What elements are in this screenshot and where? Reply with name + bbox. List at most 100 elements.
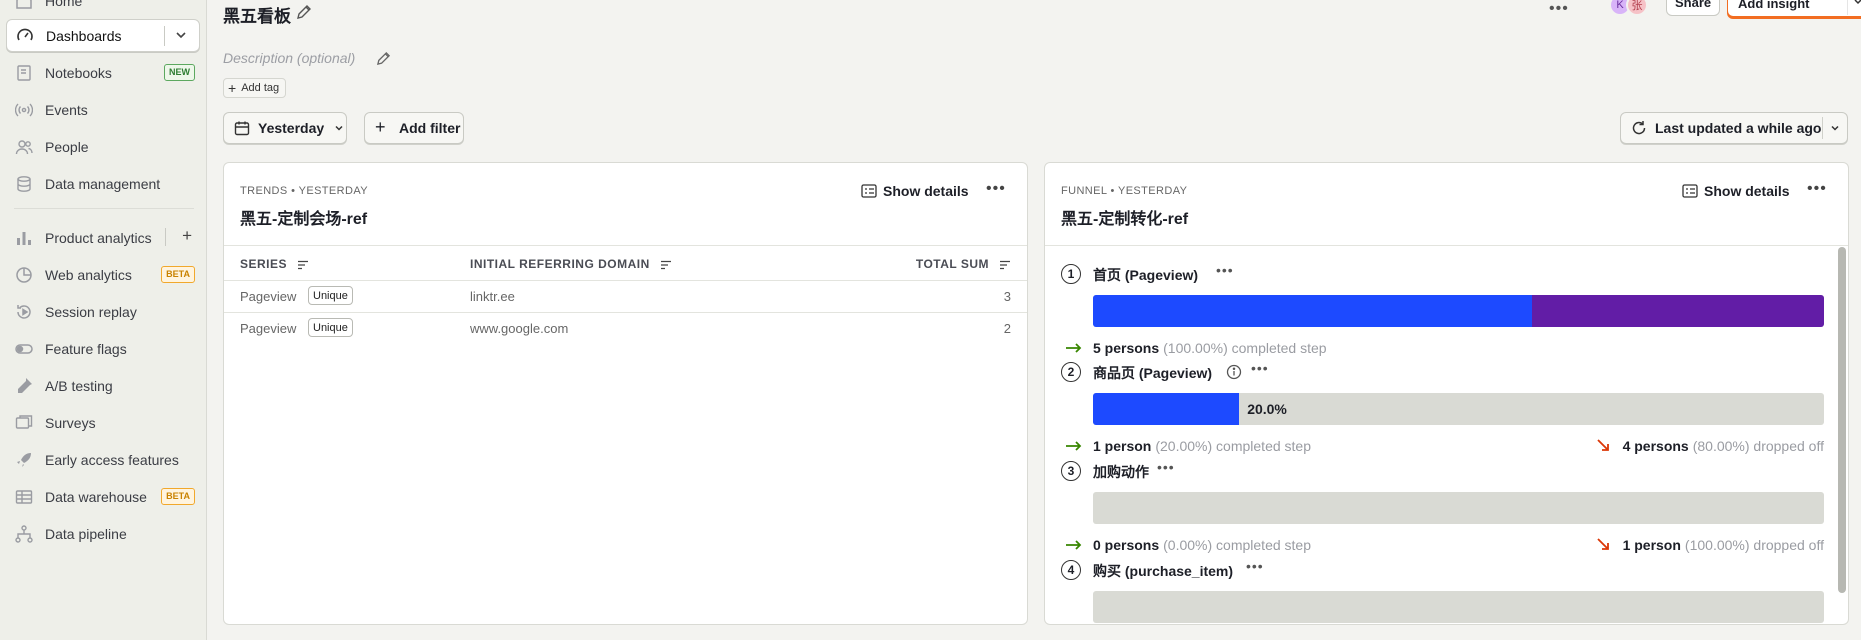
completed-stat: 0 persons (0.00%) completed step [1065,537,1311,553]
scrollbar[interactable] [1838,247,1846,593]
step-name[interactable]: 商品页 (Pageview) [1093,363,1212,383]
add-filter-button[interactable]: + Add filter [364,112,464,144]
completed-stat: 1 person (20.00%) completed step [1065,438,1311,454]
plus-icon: + [228,80,237,96]
sidebar-item-notebooks[interactable]: Notebooks NEW [6,56,200,89]
sidebar-item-label: A/B testing [45,377,113,394]
step-more-icon[interactable]: ••• [1246,558,1264,574]
bar-chart-icon [15,229,33,247]
add-insight-label: Add insight [1738,0,1810,11]
arrow-right-icon [1065,341,1083,355]
sidebar-item-label: Notebooks [45,64,112,81]
column-header-series[interactable]: SERIES [240,257,309,271]
add-tag-button[interactable]: + Add tag [223,78,287,98]
chevron-down-icon [333,122,345,134]
sidebar-item-home[interactable]: Home [6,0,200,17]
sidebar-item-dashboards[interactable]: Dashboards [6,19,200,52]
step-number: 4 [1061,560,1081,580]
flask-icon [15,377,33,395]
series-name: Pageview [240,321,297,336]
more-options-icon[interactable]: ••• [1549,0,1569,18]
show-details-label: Show details [883,183,969,199]
sidebar-item-web-analytics[interactable]: Web analytics BETA [6,258,200,291]
info-icon[interactable] [1226,364,1242,380]
bar-converted-segment [1093,295,1532,327]
pie-chart-icon [15,266,33,284]
sidebar-item-early-access[interactable]: Early access features [6,443,200,476]
share-button[interactable]: Share [1666,0,1721,16]
avatar[interactable]: 张 [1626,0,1648,16]
sidebar-item-people[interactable]: People [6,130,200,163]
unique-tag: Unique [308,318,353,337]
page-title[interactable]: 黑五看板 [223,2,291,27]
description-field[interactable]: Description (optional) [223,50,355,66]
card-meta: FUNNEL • YESTERDAY [1061,185,1188,197]
edit-pencil-icon[interactable] [376,51,391,66]
step-more-icon[interactable]: ••• [1157,459,1175,475]
funnel-bar[interactable]: 20.0% [1093,393,1824,425]
sidebar-item-ab-testing[interactable]: A/B testing [6,369,200,402]
date-range-dropdown[interactable]: Yesterday [223,112,347,144]
card-title[interactable]: 黑五-定制转化-ref [1061,205,1188,229]
card-more-icon[interactable]: ••• [1807,180,1827,198]
step-more-icon[interactable]: ••• [1251,360,1269,376]
arrow-down-right-icon [1595,538,1613,552]
chevron-down-icon[interactable] [1829,122,1841,134]
sort-icon [660,259,672,270]
show-details-button[interactable]: Show details [1682,183,1790,199]
step-name[interactable]: 加购动作 [1093,462,1149,482]
card-meta: TRENDS • YESTERDAY [240,185,369,197]
column-header-total-sum[interactable]: TOTAL SUM [916,257,1011,271]
sidebar-item-session-replay[interactable]: Session replay [6,295,200,328]
chevron-down-icon[interactable] [1852,0,1861,7]
calendar-icon [234,120,250,136]
people-icon [15,138,33,156]
sidebar-item-label: Dashboards [46,27,122,44]
card-more-icon[interactable]: ••• [986,180,1006,198]
step-name[interactable]: 首页 (Pageview) [1093,265,1198,285]
sidebar-item-label: Feature flags [45,340,127,357]
edit-pencil-icon[interactable] [296,4,312,20]
sidebar-item-data-management[interactable]: Data management [6,167,200,200]
funnel-bar[interactable] [1093,492,1824,524]
sidebar-item-data-warehouse[interactable]: Data warehouse BETA [6,480,200,513]
notebook-icon [15,64,33,82]
pipeline-icon [15,524,33,543]
divider [164,26,165,46]
sidebar: Home Dashboards Notebooks NEW Events Peo… [0,0,207,640]
plus-icon: + [375,117,386,137]
rocket-icon [15,451,33,469]
sidebar-item-product-analytics[interactable]: Product analytics + [6,221,200,254]
sidebar-item-label: Early access features [45,451,179,468]
refresh-button[interactable]: Last updated a while ago [1620,112,1848,144]
table-row: Pageview Unique linktr.ee 3 [224,280,1027,312]
sidebar-separator [14,208,194,209]
divider [1822,117,1823,139]
sidebar-item-data-pipeline[interactable]: Data pipeline [6,517,200,550]
show-details-button[interactable]: Show details [861,183,969,199]
add-insight-button[interactable]: Add insight [1727,0,1861,17]
step-name[interactable]: 购买 (purchase_item) [1093,561,1233,581]
arrow-down-right-icon [1595,439,1613,453]
series-name: Pageview [240,289,297,304]
funnel-bar[interactable] [1093,295,1824,327]
card-title[interactable]: 黑五-定制会场-ref [240,205,367,229]
sidebar-item-surveys[interactable]: Surveys [6,406,200,439]
funnel-bar[interactable] [1093,591,1824,623]
completed-stat: 5 persons (100.00%) completed step [1065,340,1327,356]
step-more-icon[interactable]: ••• [1216,262,1234,278]
bar-converted-segment [1093,393,1240,425]
plus-icon[interactable]: + [182,227,192,244]
sidebar-item-events[interactable]: Events [6,93,200,126]
date-range-label: Yesterday [258,120,325,136]
insight-card-funnel: FUNNEL • YESTERDAY 黑五-定制转化-ref Show deta… [1044,162,1849,625]
main-content: 黑五看板 ••• K 张 Share Add insight Descripti… [208,0,1861,640]
sidebar-item-feature-flags[interactable]: Feature flags [6,332,200,365]
chevron-down-icon[interactable] [173,27,189,43]
dropped-stat: 1 person (100.00%) dropped off [1595,537,1824,553]
arrow-right-icon [1065,439,1083,453]
details-icon [861,184,877,198]
beta-badge: BETA [161,488,195,505]
column-header-domain[interactable]: INITIAL REFERRING DOMAIN [470,257,672,271]
table-row: Pageview Unique www.google.com 2 [224,312,1027,344]
